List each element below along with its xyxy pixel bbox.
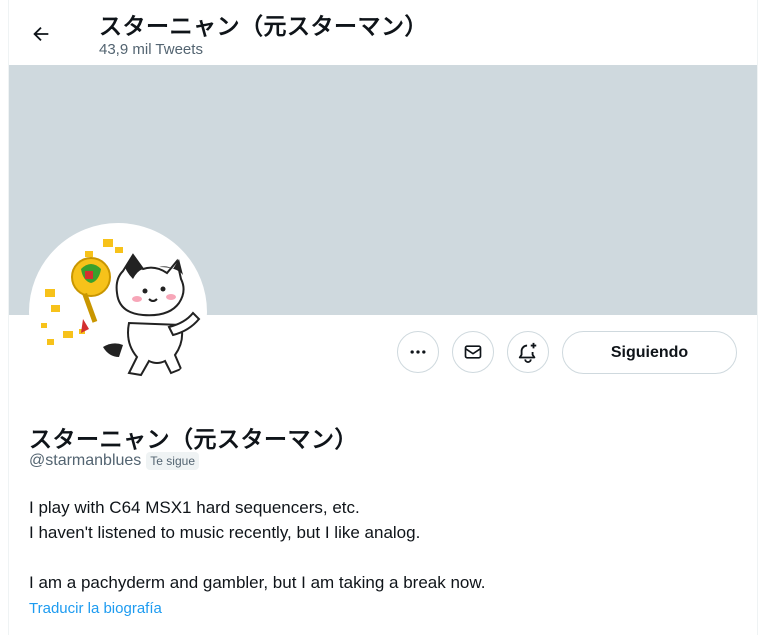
follows-you-badge: Te sigue xyxy=(146,452,199,470)
message-button[interactable] xyxy=(452,331,494,373)
translate-bio-link[interactable]: Traducir la biografía xyxy=(29,600,162,617)
avatar[interactable] xyxy=(29,223,207,401)
bio-line: I play with C64 MSX1 hard sequencers, et… xyxy=(29,498,360,517)
bio-line: I haven't listened to music recently, bu… xyxy=(29,523,421,542)
profile-page: スターニャン（元スターマン） 43,9 mil Tweets Siguiendo… xyxy=(8,0,758,635)
display-name: スターニャン（元スターマン） xyxy=(29,427,358,453)
header-title: スターニャン（元スターマン） xyxy=(99,14,428,40)
following-button[interactable]: Siguiendo xyxy=(562,331,737,374)
envelope-icon xyxy=(464,345,482,359)
bio-line-blank xyxy=(29,545,729,570)
bell-plus-icon xyxy=(518,342,537,363)
bio: I play with C64 MSX1 hard sequencers, et… xyxy=(29,495,729,595)
cat-avatar-image xyxy=(41,239,201,377)
arrow-left-icon xyxy=(33,26,49,42)
handle-row: @starmanblues Te sigue xyxy=(29,452,199,470)
back-button[interactable] xyxy=(23,16,59,52)
notifications-button[interactable] xyxy=(507,331,549,373)
more-button[interactable] xyxy=(397,331,439,373)
more-horizontal-icon xyxy=(410,350,426,354)
user-handle: @starmanblues xyxy=(29,452,142,469)
bio-line: I am a pachyderm and gambler, but I am t… xyxy=(29,573,486,592)
top-bar: スターニャン（元スターマン） 43,9 mil Tweets xyxy=(9,0,757,64)
tweet-count: 43,9 mil Tweets xyxy=(99,41,203,58)
